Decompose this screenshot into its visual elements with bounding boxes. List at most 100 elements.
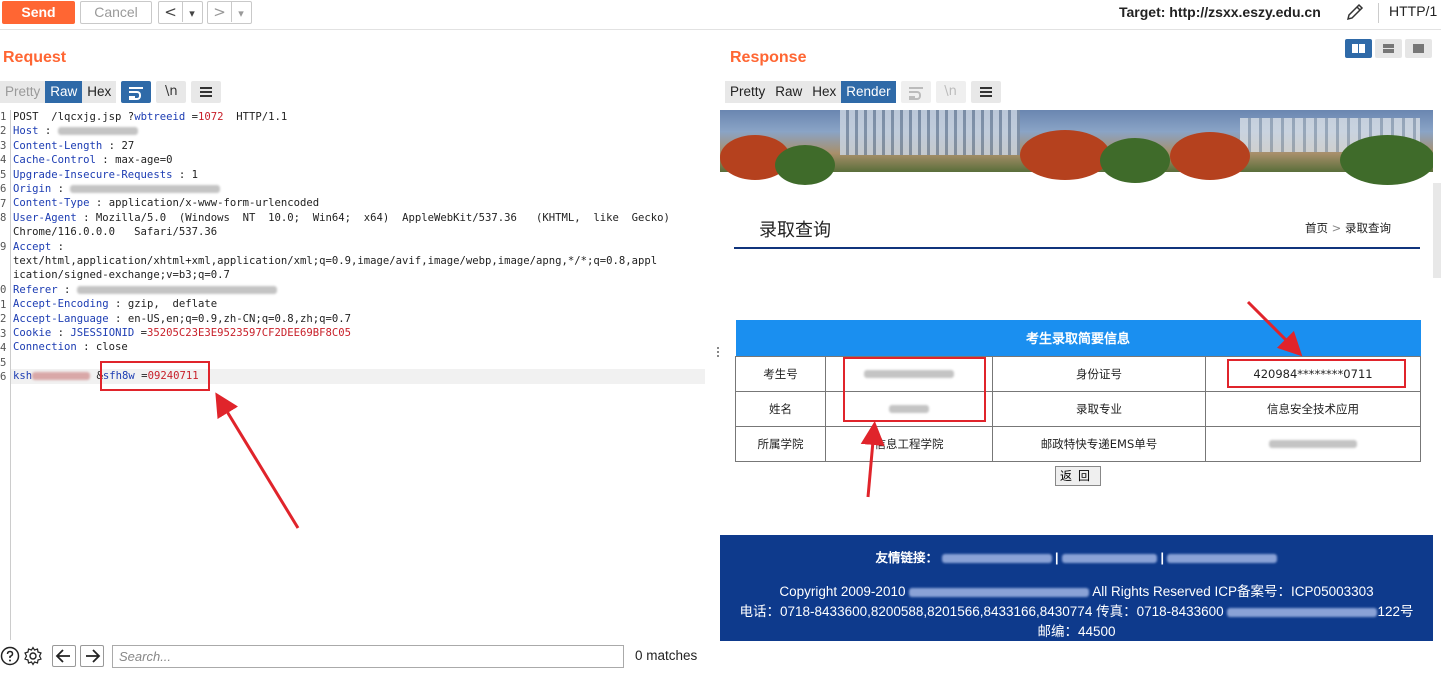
header-cache-control: Cache-Control : max-age=0 <box>13 154 173 167</box>
response-scrollbar[interactable] <box>1433 183 1441 278</box>
search-input[interactable]: Search... <box>112 645 624 668</box>
annotation-box <box>100 361 210 391</box>
table-cell: 身份证号 <box>992 355 1206 392</box>
header-upgrade-insecure: Upgrade-Insecure-Requests : 1 <box>13 168 198 181</box>
admission-info-table: 考生录取简要信息 考生号 身份证号 420984********0711 姓名 … <box>735 320 1421 462</box>
target-label: Target: http://zsxx.eszy.edu.cn <box>1119 4 1321 20</box>
table-cell: 信息安全技术应用 <box>1205 390 1421 427</box>
match-count: 0 matches <box>635 648 698 663</box>
top-toolbar: Send Cancel < ▾ > ▾ Target: http://zsxx.es… <box>0 0 1441 30</box>
cancel-button[interactable]: Cancel <box>80 1 152 24</box>
back-icon: < <box>159 2 183 22</box>
tab-pretty[interactable]: Pretty <box>725 81 771 103</box>
friend-links: 友情链接： | | <box>720 547 1433 566</box>
chevron-down-icon[interactable]: ▾ <box>183 4 201 24</box>
line-number: 6 <box>0 183 7 195</box>
header-host: Host : <box>13 124 703 138</box>
pencil-icon[interactable] <box>1345 2 1365 22</box>
menu-icon[interactable] <box>970 81 1001 103</box>
prev-match-button[interactable] <box>52 645 76 667</box>
line-number: 9 <box>0 241 7 253</box>
table-cell: 信息工程学院 <box>825 425 993 462</box>
header-user-agent-cont: Chrome/116.0.0.0 Safari/537.36 <box>13 226 218 239</box>
title-divider <box>734 247 1420 249</box>
breadcrumb-current: 录取查询 <box>1344 221 1391 235</box>
line-number: 3 <box>0 140 7 152</box>
redacted-value <box>70 185 221 193</box>
help-icon[interactable] <box>0 646 20 666</box>
line-number: 0 <box>0 284 7 296</box>
tab-hex[interactable]: Hex <box>807 81 842 103</box>
search-bar: Search... 0 matches <box>0 642 712 674</box>
response-tabs: Pretty Raw Hex Render \n <box>725 81 1001 103</box>
history-forward-button[interactable]: > ▾ <box>207 1 252 24</box>
tab-render[interactable]: Render <box>841 81 896 103</box>
line-number: 2 <box>0 313 7 325</box>
annotation-box <box>1227 359 1406 388</box>
header-accept-language: Accept-Language : en-US,en;q=0.9,zh-CN;q… <box>13 312 352 325</box>
friend-links-label: 友情链接： <box>875 551 939 565</box>
header-connection: Connection : close <box>13 341 128 354</box>
tab-raw[interactable]: Raw <box>770 81 808 103</box>
redacted-value <box>32 372 91 381</box>
header-content-type: Content-Type : application/x-www-form-ur… <box>13 197 320 210</box>
tab-raw[interactable]: Raw <box>45 81 83 103</box>
chevron-down-icon[interactable]: ▾ <box>232 4 250 24</box>
line-number: 3 <box>0 328 7 340</box>
footer-link[interactable] <box>1167 554 1278 564</box>
line-number: 4 <box>0 342 7 354</box>
breadcrumb-home[interactable]: 首页 <box>1305 221 1328 235</box>
arrow-left-icon <box>55 649 70 663</box>
line-number: 4 <box>0 154 7 166</box>
line-number: 1 <box>0 111 7 123</box>
line-number: 5 <box>0 169 7 181</box>
tab-hex[interactable]: Hex <box>82 81 117 103</box>
header-content-length: Content-Length : 27 <box>13 139 135 152</box>
response-title: Response <box>730 49 807 66</box>
line-number: 2 <box>0 125 7 137</box>
send-button[interactable]: Send <box>2 1 75 24</box>
wrap-icon[interactable] <box>121 81 152 103</box>
forward-icon: > <box>208 2 232 22</box>
header-accept-value-cont: ication/signed-exchange;v=b3;q=0.7 <box>13 269 230 282</box>
table-title: 考生录取简要信息 <box>735 320 1421 356</box>
table-cell: 所属学院 <box>735 425 826 462</box>
layout-split-icon[interactable] <box>1345 39 1372 58</box>
request-line: POST /lqcxjg.jsp ?wbtreeid =1072 HTTP/1.… <box>13 111 288 123</box>
arrow-right-icon <box>86 649 101 663</box>
gear-icon[interactable] <box>23 646 43 666</box>
wrap-icon <box>900 81 931 103</box>
menu-icon[interactable] <box>191 81 222 103</box>
newline-icon[interactable]: \n <box>156 81 187 103</box>
tab-pretty[interactable]: Pretty <box>0 81 46 103</box>
header-cookie: Cookie : JSESSIONID =35205C23E3E9523597C… <box>13 327 352 339</box>
newline-icon: \n <box>935 81 966 103</box>
footer-link[interactable] <box>941 554 1052 564</box>
redacted-value <box>57 127 138 136</box>
layout-tab-icon[interactable] <box>1405 39 1432 58</box>
layout-switcher <box>1345 39 1432 58</box>
footer-contact: 电话：0718-8433600,8200588,8201566,8433166,… <box>739 604 1414 619</box>
campus-banner-image <box>720 110 1433 185</box>
table-row: 所属学院 信息工程学院 邮政特快专递EMS单号 <box>735 425 1421 462</box>
header-user-agent: User-Agent : Mozilla/5.0 (Windows NT 10.… <box>13 211 670 224</box>
history-back-button[interactable]: < ▾ <box>158 1 203 24</box>
rendered-page: 录取查询 首页 > 录取查询 考生录取简要信息 考生号 身份证号 420984*… <box>720 110 1433 668</box>
header-referer: Referer : <box>13 283 703 297</box>
line-number: 7 <box>0 198 7 210</box>
next-match-button[interactable] <box>80 645 104 667</box>
back-button[interactable]: 返回 <box>1055 466 1101 486</box>
protocol-label[interactable]: HTTP/1 <box>1378 3 1437 23</box>
table-row: 姓名 录取专业 信息安全技术应用 <box>735 390 1421 427</box>
table-cell: 姓名 <box>735 390 826 427</box>
header-accept: Accept : <box>13 240 71 253</box>
table-cell: 考生号 <box>735 355 826 392</box>
header-accept-encoding: Accept-Encoding : gzip, deflate <box>13 298 218 311</box>
request-tabs: Pretty Raw Hex \n <box>0 81 222 103</box>
table-cell: 邮政特快专递EMS单号 <box>992 425 1206 462</box>
layout-rows-icon[interactable] <box>1375 39 1402 58</box>
page-title: 录取查询 <box>759 220 831 241</box>
footer-link[interactable] <box>1062 554 1157 564</box>
table-cell <box>1205 425 1421 462</box>
footer-copyright: Copyright 2009-2010 All Rights Reserved … <box>779 584 1374 599</box>
